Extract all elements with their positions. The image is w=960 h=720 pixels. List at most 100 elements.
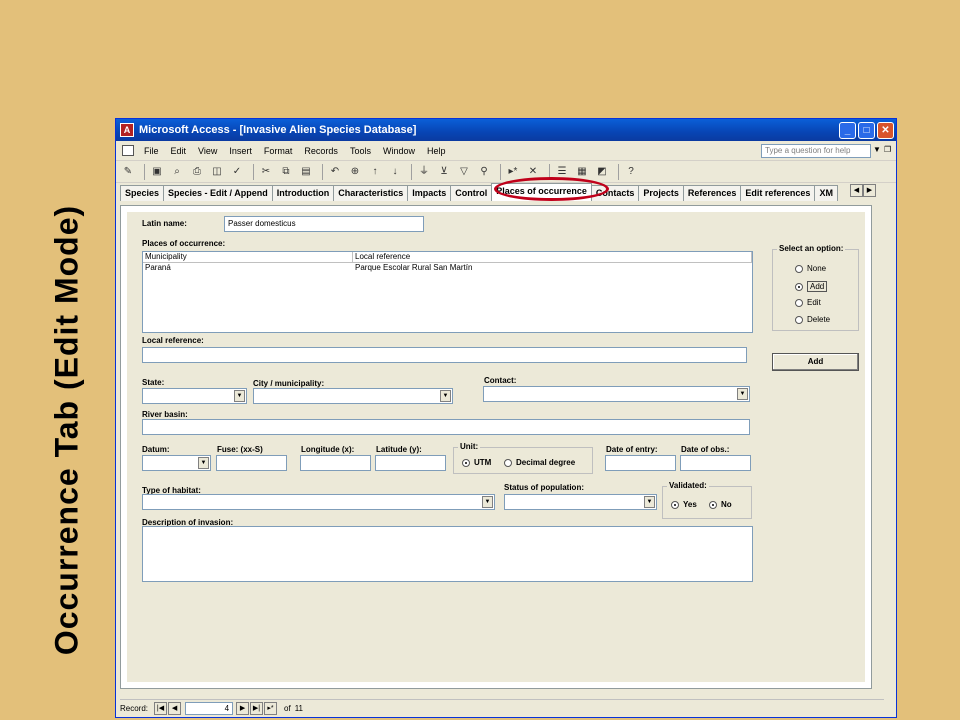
tab-impacts[interactable]: Impacts xyxy=(407,185,452,201)
chevron-right-icon[interactable]: ▶ xyxy=(863,184,876,197)
undo-icon[interactable]: ↶ xyxy=(327,164,343,180)
hyperlink-icon[interactable]: ⊕ xyxy=(347,164,363,180)
first-record-icon[interactable]: |◀ xyxy=(154,702,168,715)
unit-decimal-label: Decimal degree xyxy=(516,458,576,467)
search-icon[interactable]: ⌕ xyxy=(169,164,185,180)
chevron-down-icon[interactable]: ▼ xyxy=(482,496,493,508)
print-preview-icon[interactable]: ◫ xyxy=(209,164,225,180)
chevron-down-icon[interactable]: ▼ xyxy=(198,457,209,469)
design-view-icon[interactable]: ✎ xyxy=(120,164,136,180)
minimize-button[interactable]: _ xyxy=(839,121,856,139)
restore-icon[interactable]: ❐ xyxy=(884,145,891,154)
help-icon[interactable]: ? xyxy=(623,164,639,180)
river-basin-field[interactable] xyxy=(142,419,750,435)
table-row[interactable]: Paraná Parque Escolar Rural San Martín xyxy=(143,263,752,274)
option-edit[interactable]: Edit xyxy=(795,298,821,307)
habitat-select[interactable]: ▼ xyxy=(142,494,495,510)
chevron-down-icon[interactable]: ▼ xyxy=(440,390,451,402)
chevron-down-icon[interactable]: ▼ xyxy=(234,390,245,402)
grid-header-local-reference[interactable]: Local reference xyxy=(353,252,752,263)
tab-edit-references[interactable]: Edit references xyxy=(740,185,816,201)
date-entry-field[interactable] xyxy=(605,455,676,471)
tab-xm[interactable]: XM xyxy=(814,185,838,201)
grid-cell-local-reference[interactable]: Parque Escolar Rural San Martín xyxy=(353,263,752,274)
datum-select[interactable]: ▼ xyxy=(142,455,211,471)
chevron-left-icon[interactable]: ◀ xyxy=(850,184,863,197)
save-icon[interactable]: ▣ xyxy=(149,164,165,180)
prev-record-icon[interactable]: ◀ xyxy=(168,702,182,715)
form-icon[interactable] xyxy=(122,145,134,156)
menu-window[interactable]: Window xyxy=(377,146,421,156)
fuse-field[interactable] xyxy=(216,455,287,471)
tab-places-of-occurrence[interactable]: Places of occurrence xyxy=(491,183,592,201)
current-record-field[interactable]: 4 xyxy=(185,702,234,715)
tab-characteristics[interactable]: Characteristics xyxy=(333,185,409,201)
unit-decimal-radio[interactable]: Decimal degree xyxy=(504,458,575,467)
new-record-nav-icon[interactable]: ▸* xyxy=(264,702,278,715)
print-icon[interactable]: ⎙ xyxy=(189,164,205,180)
find-icon[interactable]: ⚲ xyxy=(476,164,492,180)
help-search-input[interactable]: Type a question for help xyxy=(761,144,871,158)
chevron-down-icon[interactable]: ▼ xyxy=(873,145,881,154)
tab-species[interactable]: Species xyxy=(120,185,165,201)
menu-format[interactable]: Format xyxy=(258,146,299,156)
filter-selection-icon[interactable]: ⏚ xyxy=(416,164,432,180)
add-button[interactable]: Add xyxy=(772,353,859,371)
option-delete[interactable]: Delete xyxy=(795,315,830,324)
date-obs-field[interactable] xyxy=(680,455,751,471)
filter-form-icon[interactable]: ⊻ xyxy=(436,164,452,180)
properties-icon[interactable]: ☰ xyxy=(554,164,570,180)
menu-view[interactable]: View xyxy=(192,146,223,156)
sort-desc-icon[interactable]: ↓ xyxy=(387,164,403,180)
next-record-icon[interactable]: ▶ xyxy=(236,702,250,715)
title-bar[interactable]: A Microsoft Access - [Invasive Alien Spe… xyxy=(116,119,896,141)
maximize-button[interactable]: □ xyxy=(858,121,875,139)
contact-select[interactable]: ▼ xyxy=(483,386,750,402)
grid-cell-municipality[interactable]: Paraná xyxy=(143,263,353,274)
local-reference-field[interactable] xyxy=(142,347,747,363)
menu-records[interactable]: Records xyxy=(298,146,344,156)
chevron-down-icon[interactable]: ▼ xyxy=(644,496,655,508)
population-select[interactable]: ▼ xyxy=(504,494,657,510)
new-record-icon[interactable]: ▸* xyxy=(505,164,521,180)
tab-references[interactable]: References xyxy=(682,185,742,201)
unit-utm-radio[interactable]: UTM xyxy=(462,458,491,467)
menu-edit[interactable]: Edit xyxy=(165,146,193,156)
close-button[interactable]: ✕ xyxy=(877,121,894,139)
latitude-field[interactable] xyxy=(375,455,446,471)
spelling-icon[interactable]: ✓ xyxy=(229,164,245,180)
menu-insert[interactable]: Insert xyxy=(223,146,258,156)
latitude-label: Latitude (y): xyxy=(376,445,422,454)
menu-help[interactable]: Help xyxy=(421,146,452,156)
date-entry-label: Date of entry: xyxy=(606,445,658,454)
tab-contacts[interactable]: Contacts xyxy=(590,185,640,201)
tab-control[interactable]: Control xyxy=(450,185,493,201)
delete-record-icon[interactable]: ✕ xyxy=(525,164,541,180)
option-none[interactable]: None xyxy=(795,264,826,273)
grid-header-municipality[interactable]: Municipality xyxy=(143,252,353,263)
menu-file[interactable]: File xyxy=(138,146,165,156)
sort-asc-icon[interactable]: ↑ xyxy=(367,164,383,180)
longitude-field[interactable] xyxy=(300,455,371,471)
state-select[interactable]: ▼ xyxy=(142,388,247,404)
cut-icon[interactable]: ✂ xyxy=(258,164,274,180)
description-field[interactable] xyxy=(142,526,753,582)
places-grid[interactable]: Municipality Local reference Paraná Parq… xyxy=(142,251,753,333)
tab-strip: Species Species - Edit / Append Introduc… xyxy=(116,177,896,201)
new-object-icon[interactable]: ◩ xyxy=(594,164,610,180)
option-add[interactable]: Add xyxy=(795,281,828,292)
latin-name-field[interactable]: Passer domesticus xyxy=(224,216,424,232)
tab-projects[interactable]: Projects xyxy=(638,185,684,201)
chevron-down-icon[interactable]: ▼ xyxy=(737,388,748,400)
database-window-icon[interactable]: ▦ xyxy=(574,164,590,180)
menu-tools[interactable]: Tools xyxy=(344,146,377,156)
validated-no-radio[interactable]: No xyxy=(709,500,732,509)
validated-yes-radio[interactable]: Yes xyxy=(671,500,697,509)
apply-filter-icon[interactable]: ▽ xyxy=(456,164,472,180)
paste-icon[interactable]: ▤ xyxy=(298,164,314,180)
city-select[interactable]: ▼ xyxy=(253,388,453,404)
tab-introduction[interactable]: Introduction xyxy=(271,185,335,201)
copy-icon[interactable]: ⧉ xyxy=(278,164,294,180)
tab-species-edit-append[interactable]: Species - Edit / Append xyxy=(163,185,273,201)
last-record-icon[interactable]: ▶| xyxy=(250,702,264,715)
